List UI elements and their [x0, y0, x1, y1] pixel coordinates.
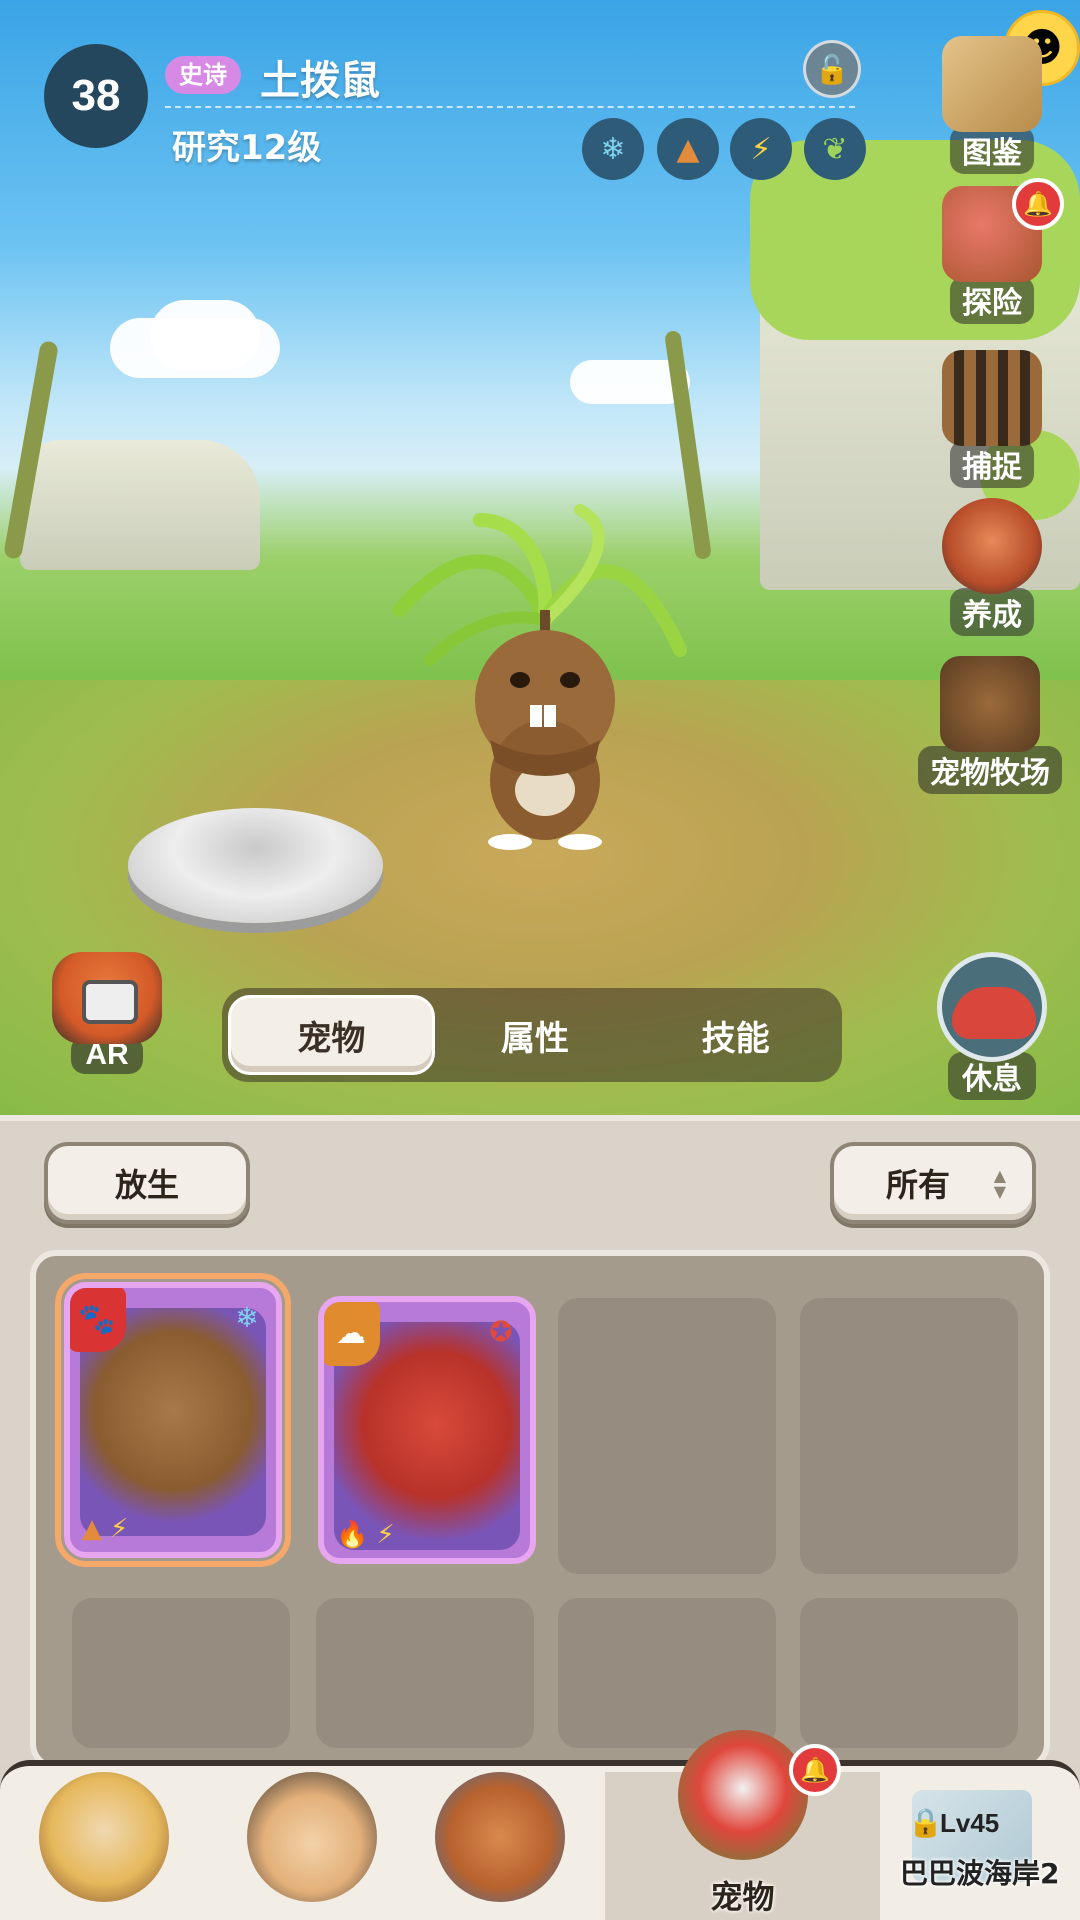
- water-icon: ❄: [235, 1300, 259, 1334]
- capture-cage-icon: [942, 350, 1042, 446]
- notification-bell-icon: 🔔: [789, 1744, 841, 1796]
- side-button-capture[interactable]: 捕捉: [932, 350, 1052, 488]
- ar-camera-icon: [52, 952, 162, 1044]
- tab-pet[interactable]: 宠物: [228, 995, 435, 1075]
- rock-cliff: [20, 440, 260, 570]
- pet-ranch-icon: [940, 656, 1040, 752]
- fire-fist-icon: ✪: [489, 1314, 513, 1348]
- pet-name: 土拨鼠: [260, 58, 380, 104]
- tab-attributes[interactable]: 属性: [435, 995, 636, 1075]
- lightning-icon: ⚡: [110, 1514, 129, 1544]
- cloud: [150, 300, 260, 370]
- notification-bell-icon: 🔔: [1012, 178, 1064, 230]
- water-icon[interactable]: ❄: [582, 118, 644, 180]
- side-button-codex[interactable]: 图鉴: [932, 36, 1052, 174]
- earth-icon: ▲: [82, 1514, 102, 1544]
- totem-avatar-icon: [435, 1772, 565, 1902]
- side-button-label: 探险: [950, 276, 1034, 324]
- divider: [165, 106, 855, 108]
- sleeping-pet-icon: [937, 952, 1047, 1062]
- nav-item-chief[interactable]: [14, 1772, 194, 1920]
- filter-label: 所有: [885, 1166, 950, 1204]
- rest-button[interactable]: 休息: [932, 952, 1052, 1100]
- lightning-icon: ⚡: [376, 1520, 395, 1550]
- earth-icon[interactable]: ▲: [657, 118, 719, 180]
- side-button-pet-ranch[interactable]: 宠物牧场: [905, 656, 1075, 794]
- empty-slot[interactable]: [558, 1298, 776, 1574]
- release-button[interactable]: 放生: [44, 1142, 250, 1224]
- nav-item-pet[interactable]: 🔔 宠物: [605, 1730, 880, 1920]
- rarity-badge: 史诗: [165, 56, 241, 94]
- release-label: 放生: [114, 1166, 179, 1204]
- leaf-icon[interactable]: ❦: [804, 118, 866, 180]
- locked-place: 巴巴波海岸2: [900, 1857, 1060, 1890]
- empty-slot[interactable]: [72, 1598, 290, 1748]
- pet-nav-icon: [677, 1730, 808, 1860]
- hunter-avatar-icon: [247, 1772, 377, 1902]
- side-button-training[interactable]: 养成: [932, 498, 1052, 636]
- pet-character-tuber-rat[interactable]: [380, 500, 710, 860]
- pet-level-badge: 38: [44, 44, 148, 148]
- empty-slot[interactable]: [800, 1598, 1018, 1748]
- bone-icon: ☁: [324, 1302, 380, 1366]
- empty-slot[interactable]: [558, 1598, 776, 1748]
- game-scene: [0, 0, 1080, 1115]
- empty-slot[interactable]: [800, 1298, 1018, 1574]
- side-button-label: 图鉴: [950, 126, 1034, 174]
- paw-icon: 🐾: [70, 1288, 126, 1352]
- element-icons: 🔥 ⚡: [336, 1520, 395, 1550]
- filter-select[interactable]: 所有 ▲ ▼: [830, 1142, 1036, 1224]
- nav-pet-label: 宠物: [710, 1878, 775, 1916]
- nav-item-hunter[interactable]: [222, 1772, 402, 1920]
- stone-bowl: [128, 808, 383, 923]
- nav-item-totem[interactable]: [410, 1772, 590, 1920]
- sort-arrows-icon: ▲ ▼: [993, 1166, 1006, 1201]
- ar-button[interactable]: AR: [44, 952, 170, 1074]
- codex-icon: [942, 36, 1042, 132]
- lock-icon: 🔒: [908, 1806, 943, 1839]
- training-icon: [942, 498, 1042, 594]
- tab-bar: 宠物 属性 技能: [222, 988, 842, 1082]
- locked-level: Lv45: [940, 1808, 1000, 1838]
- research-level: 研究12级: [172, 128, 322, 168]
- tab-skills[interactable]: 技能: [635, 995, 836, 1075]
- lightning-icon[interactable]: ⚡: [730, 118, 792, 180]
- nav-item-locked-area[interactable]: 🔒 Lv45 巴巴波海岸2: [900, 1790, 1070, 1910]
- empty-slot[interactable]: [316, 1598, 534, 1748]
- side-button-expedition[interactable]: 🔔 探险: [932, 178, 1064, 324]
- element-icons: ▲ ⚡: [82, 1514, 128, 1544]
- chief-avatar-icon: [39, 1772, 169, 1902]
- unlock-icon[interactable]: 🔓: [803, 40, 861, 98]
- pet-card-tuber-rat[interactable]: 🐾 ❄ ▲ ⚡: [55, 1273, 291, 1567]
- side-button-label: 宠物牧场: [918, 746, 1062, 794]
- side-button-label: 养成: [950, 588, 1034, 636]
- pet-card-red-dino[interactable]: ☁ ✪ 🔥 ⚡: [318, 1296, 536, 1564]
- side-button-label: 捕捉: [950, 440, 1034, 488]
- fire-icon: 🔥: [336, 1520, 369, 1550]
